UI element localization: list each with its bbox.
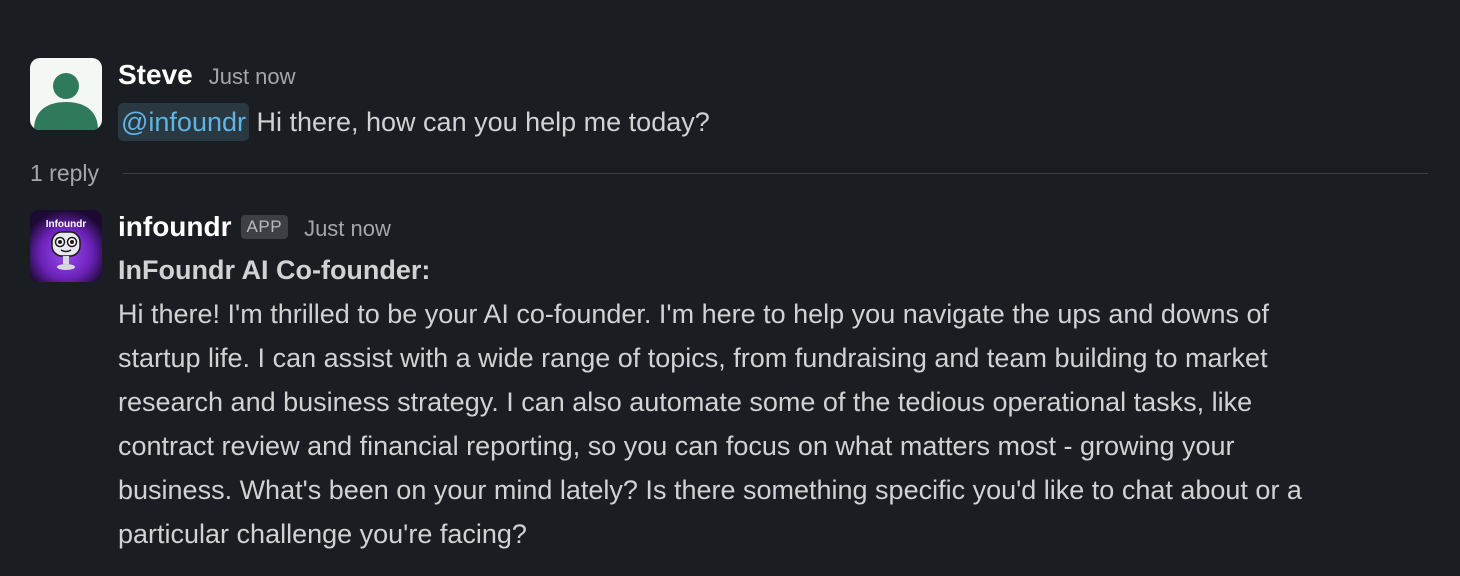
author-name[interactable]: infoundr: [118, 210, 232, 244]
author-name[interactable]: Steve: [118, 58, 193, 92]
message-heading: InFoundr AI Co-founder:: [118, 255, 431, 285]
timestamp[interactable]: Just now: [304, 212, 391, 246]
message-header: infoundr APP Just now: [118, 210, 1430, 244]
thread-reply-row: 1 reply: [30, 156, 1428, 190]
reply-count[interactable]: 1 reply: [30, 156, 99, 190]
message-body-line: Hi there! I'm thrilled to be your AI co-…: [118, 299, 1269, 329]
timestamp[interactable]: Just now: [209, 60, 296, 94]
bot-avatar[interactable]: Infoundr: [30, 210, 102, 282]
message-content: Steve Just now @infoundr Hi there, how c…: [118, 58, 1430, 144]
svg-text:Infoundr: Infoundr: [46, 219, 87, 230]
message-body-line: contract review and financial reporting,…: [118, 431, 1235, 461]
app-badge: APP: [240, 215, 289, 239]
reply-divider: [123, 172, 1428, 174]
infoundr-robot-logo: Infoundr: [30, 210, 102, 282]
message-body: Hi there! I'm thrilled to be your AI co-…: [118, 292, 1430, 556]
user-avatar[interactable]: [30, 58, 102, 130]
message-text: @infoundr Hi there, how can you help me …: [118, 100, 1430, 144]
default-user-icon: [34, 73, 98, 130]
mention-link[interactable]: @infoundr: [118, 103, 249, 141]
message-body-line: research and business strategy. I can al…: [118, 387, 1253, 417]
message-body-line: startup life. I can assist with a wide r…: [118, 343, 1268, 373]
message-content: infoundr APP Just now InFoundr AI Co-fou…: [118, 210, 1430, 556]
message-text-body: Hi there, how can you help me today?: [248, 107, 710, 137]
message-header: Steve Just now: [118, 58, 1430, 92]
message-body-line: business. What's been on your mind latel…: [118, 475, 1302, 505]
message-body-line: particular challenge you're facing?: [118, 519, 527, 549]
